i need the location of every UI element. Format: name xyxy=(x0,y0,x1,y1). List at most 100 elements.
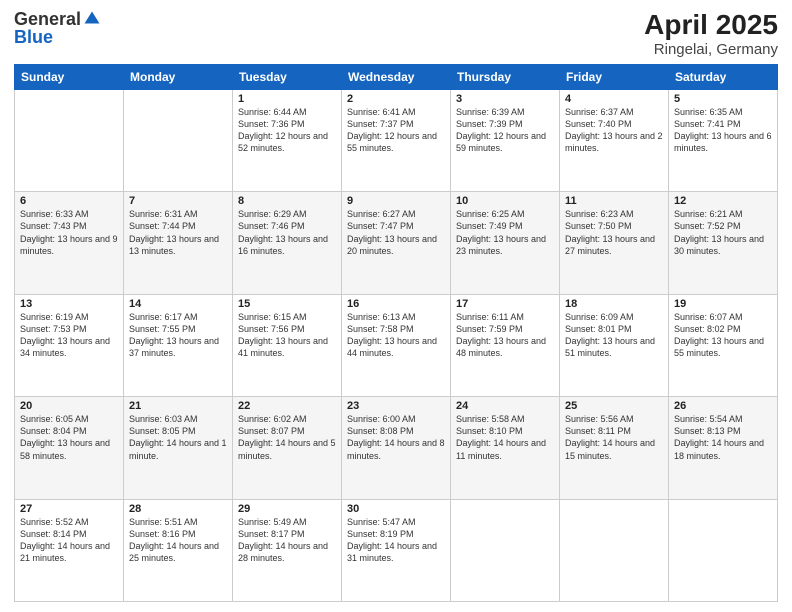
calendar-cell: 20Sunrise: 6:05 AMSunset: 8:04 PMDayligh… xyxy=(15,397,124,499)
calendar-table: SundayMondayTuesdayWednesdayThursdayFrid… xyxy=(14,64,778,602)
header: General Blue April 2025 Ringelai, German… xyxy=(14,10,778,58)
calendar-cell: 3Sunrise: 6:39 AMSunset: 7:39 PMDaylight… xyxy=(451,89,560,191)
calendar-cell xyxy=(15,89,124,191)
calendar-header-friday: Friday xyxy=(560,64,669,89)
calendar-header-saturday: Saturday xyxy=(669,64,778,89)
day-number: 5 xyxy=(674,93,772,105)
calendar-cell: 23Sunrise: 6:00 AMSunset: 8:08 PMDayligh… xyxy=(342,397,451,499)
calendar-cell xyxy=(669,499,778,601)
day-info: Sunrise: 5:54 AMSunset: 8:13 PMDaylight:… xyxy=(674,413,772,462)
day-info: Sunrise: 6:09 AMSunset: 8:01 PMDaylight:… xyxy=(565,311,663,360)
day-number: 10 xyxy=(456,195,554,207)
calendar-cell: 1Sunrise: 6:44 AMSunset: 7:36 PMDaylight… xyxy=(233,89,342,191)
calendar-cell xyxy=(560,499,669,601)
calendar-cell: 29Sunrise: 5:49 AMSunset: 8:17 PMDayligh… xyxy=(233,499,342,601)
calendar-week-3: 20Sunrise: 6:05 AMSunset: 8:04 PMDayligh… xyxy=(15,397,778,499)
day-number: 9 xyxy=(347,195,445,207)
day-info: Sunrise: 6:37 AMSunset: 7:40 PMDaylight:… xyxy=(565,106,663,155)
day-info: Sunrise: 5:51 AMSunset: 8:16 PMDaylight:… xyxy=(129,516,227,565)
day-number: 2 xyxy=(347,93,445,105)
day-number: 27 xyxy=(20,503,118,515)
calendar-cell: 25Sunrise: 5:56 AMSunset: 8:11 PMDayligh… xyxy=(560,397,669,499)
day-number: 4 xyxy=(565,93,663,105)
calendar-cell: 27Sunrise: 5:52 AMSunset: 8:14 PMDayligh… xyxy=(15,499,124,601)
day-number: 7 xyxy=(129,195,227,207)
calendar-cell xyxy=(124,89,233,191)
day-number: 28 xyxy=(129,503,227,515)
day-info: Sunrise: 5:49 AMSunset: 8:17 PMDaylight:… xyxy=(238,516,336,565)
day-info: Sunrise: 6:03 AMSunset: 8:05 PMDaylight:… xyxy=(129,413,227,462)
title-block: April 2025 Ringelai, Germany xyxy=(644,10,778,58)
day-info: Sunrise: 5:47 AMSunset: 8:19 PMDaylight:… xyxy=(347,516,445,565)
day-number: 17 xyxy=(456,298,554,310)
day-number: 25 xyxy=(565,400,663,412)
calendar-cell: 14Sunrise: 6:17 AMSunset: 7:55 PMDayligh… xyxy=(124,294,233,396)
calendar-cell: 9Sunrise: 6:27 AMSunset: 7:47 PMDaylight… xyxy=(342,192,451,294)
day-number: 15 xyxy=(238,298,336,310)
day-number: 6 xyxy=(20,195,118,207)
month-title: April 2025 xyxy=(644,10,778,41)
day-info: Sunrise: 6:19 AMSunset: 7:53 PMDaylight:… xyxy=(20,311,118,360)
day-number: 3 xyxy=(456,93,554,105)
day-info: Sunrise: 6:33 AMSunset: 7:43 PMDaylight:… xyxy=(20,208,118,257)
day-info: Sunrise: 6:15 AMSunset: 7:56 PMDaylight:… xyxy=(238,311,336,360)
calendar-cell: 10Sunrise: 6:25 AMSunset: 7:49 PMDayligh… xyxy=(451,192,560,294)
day-info: Sunrise: 6:29 AMSunset: 7:46 PMDaylight:… xyxy=(238,208,336,257)
day-number: 8 xyxy=(238,195,336,207)
calendar-cell: 4Sunrise: 6:37 AMSunset: 7:40 PMDaylight… xyxy=(560,89,669,191)
calendar-cell: 11Sunrise: 6:23 AMSunset: 7:50 PMDayligh… xyxy=(560,192,669,294)
day-number: 13 xyxy=(20,298,118,310)
calendar-week-2: 13Sunrise: 6:19 AMSunset: 7:53 PMDayligh… xyxy=(15,294,778,396)
day-info: Sunrise: 6:21 AMSunset: 7:52 PMDaylight:… xyxy=(674,208,772,257)
calendar-header-row: SundayMondayTuesdayWednesdayThursdayFrid… xyxy=(15,64,778,89)
day-info: Sunrise: 6:41 AMSunset: 7:37 PMDaylight:… xyxy=(347,106,445,155)
day-info: Sunrise: 6:23 AMSunset: 7:50 PMDaylight:… xyxy=(565,208,663,257)
calendar-cell: 21Sunrise: 6:03 AMSunset: 8:05 PMDayligh… xyxy=(124,397,233,499)
day-info: Sunrise: 5:56 AMSunset: 8:11 PMDaylight:… xyxy=(565,413,663,462)
calendar-cell: 24Sunrise: 5:58 AMSunset: 8:10 PMDayligh… xyxy=(451,397,560,499)
calendar-header-monday: Monday xyxy=(124,64,233,89)
calendar-cell: 8Sunrise: 6:29 AMSunset: 7:46 PMDaylight… xyxy=(233,192,342,294)
day-number: 16 xyxy=(347,298,445,310)
day-number: 23 xyxy=(347,400,445,412)
calendar-cell: 28Sunrise: 5:51 AMSunset: 8:16 PMDayligh… xyxy=(124,499,233,601)
calendar-header-wednesday: Wednesday xyxy=(342,64,451,89)
calendar-cell: 16Sunrise: 6:13 AMSunset: 7:58 PMDayligh… xyxy=(342,294,451,396)
day-info: Sunrise: 6:39 AMSunset: 7:39 PMDaylight:… xyxy=(456,106,554,155)
calendar-cell: 18Sunrise: 6:09 AMSunset: 8:01 PMDayligh… xyxy=(560,294,669,396)
calendar-cell: 2Sunrise: 6:41 AMSunset: 7:37 PMDaylight… xyxy=(342,89,451,191)
calendar-cell: 17Sunrise: 6:11 AMSunset: 7:59 PMDayligh… xyxy=(451,294,560,396)
calendar-cell: 30Sunrise: 5:47 AMSunset: 8:19 PMDayligh… xyxy=(342,499,451,601)
day-number: 21 xyxy=(129,400,227,412)
day-info: Sunrise: 6:31 AMSunset: 7:44 PMDaylight:… xyxy=(129,208,227,257)
day-info: Sunrise: 5:58 AMSunset: 8:10 PMDaylight:… xyxy=(456,413,554,462)
day-info: Sunrise: 5:52 AMSunset: 8:14 PMDaylight:… xyxy=(20,516,118,565)
calendar-week-1: 6Sunrise: 6:33 AMSunset: 7:43 PMDaylight… xyxy=(15,192,778,294)
day-number: 24 xyxy=(456,400,554,412)
day-number: 12 xyxy=(674,195,772,207)
logo: General Blue xyxy=(14,10,101,46)
calendar-cell: 26Sunrise: 5:54 AMSunset: 8:13 PMDayligh… xyxy=(669,397,778,499)
day-info: Sunrise: 6:02 AMSunset: 8:07 PMDaylight:… xyxy=(238,413,336,462)
logo-icon xyxy=(83,10,101,28)
day-info: Sunrise: 6:05 AMSunset: 8:04 PMDaylight:… xyxy=(20,413,118,462)
calendar-cell: 5Sunrise: 6:35 AMSunset: 7:41 PMDaylight… xyxy=(669,89,778,191)
location-title: Ringelai, Germany xyxy=(644,41,778,58)
calendar-cell xyxy=(451,499,560,601)
logo-blue: Blue xyxy=(14,28,101,46)
day-info: Sunrise: 6:13 AMSunset: 7:58 PMDaylight:… xyxy=(347,311,445,360)
day-info: Sunrise: 6:27 AMSunset: 7:47 PMDaylight:… xyxy=(347,208,445,257)
logo-general: General xyxy=(14,10,81,28)
day-info: Sunrise: 6:00 AMSunset: 8:08 PMDaylight:… xyxy=(347,413,445,462)
calendar-cell: 19Sunrise: 6:07 AMSunset: 8:02 PMDayligh… xyxy=(669,294,778,396)
calendar-cell: 22Sunrise: 6:02 AMSunset: 8:07 PMDayligh… xyxy=(233,397,342,499)
calendar-cell: 15Sunrise: 6:15 AMSunset: 7:56 PMDayligh… xyxy=(233,294,342,396)
day-number: 14 xyxy=(129,298,227,310)
day-number: 20 xyxy=(20,400,118,412)
day-number: 26 xyxy=(674,400,772,412)
calendar-cell: 12Sunrise: 6:21 AMSunset: 7:52 PMDayligh… xyxy=(669,192,778,294)
day-number: 30 xyxy=(347,503,445,515)
calendar-week-4: 27Sunrise: 5:52 AMSunset: 8:14 PMDayligh… xyxy=(15,499,778,601)
day-number: 18 xyxy=(565,298,663,310)
calendar-cell: 13Sunrise: 6:19 AMSunset: 7:53 PMDayligh… xyxy=(15,294,124,396)
